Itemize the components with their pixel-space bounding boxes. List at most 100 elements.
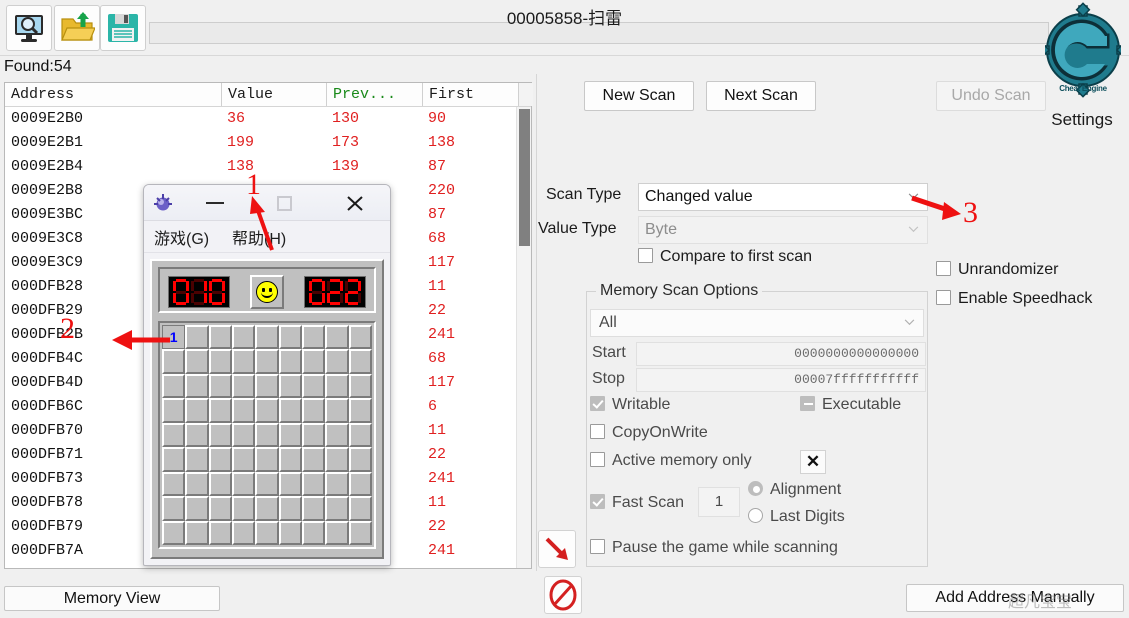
column-header-value[interactable]: Value xyxy=(221,83,326,106)
minesweeper-cell[interactable] xyxy=(255,496,279,521)
minesweeper-cell[interactable] xyxy=(185,422,209,448)
minesweeper-cell[interactable] xyxy=(255,447,279,472)
table-row[interactable]: 0009E2B0 36 130 90 xyxy=(5,107,531,131)
minesweeper-cell[interactable] xyxy=(278,422,302,448)
minesweeper-cell[interactable] xyxy=(325,373,349,399)
minesweeper-cell[interactable] xyxy=(185,373,209,399)
settings-label[interactable]: Settings xyxy=(1037,110,1127,130)
minesweeper-cell[interactable] xyxy=(185,349,209,374)
minesweeper-cell[interactable] xyxy=(162,447,186,472)
minesweeper-cell[interactable] xyxy=(232,447,256,472)
table-scrollbar[interactable] xyxy=(516,107,531,568)
minesweeper-cell[interactable] xyxy=(232,325,256,350)
last-digits-radio[interactable]: Last Digits xyxy=(748,508,845,526)
minesweeper-cell[interactable] xyxy=(208,349,232,374)
minesweeper-cell[interactable] xyxy=(278,398,302,423)
table-row[interactable]: 0009E2B1 199 173 138 xyxy=(5,131,531,155)
column-header-first[interactable]: First xyxy=(422,83,518,106)
minesweeper-cell[interactable] xyxy=(278,471,302,497)
minesweeper-cell[interactable] xyxy=(208,471,232,497)
fast-scan-value-input[interactable]: 1 xyxy=(698,487,740,517)
minesweeper-cell[interactable] xyxy=(255,520,279,545)
minesweeper-cell[interactable] xyxy=(232,373,256,399)
minesweeper-cell[interactable] xyxy=(255,398,279,423)
minesweeper-cell[interactable] xyxy=(302,349,326,374)
minesweeper-cell[interactable] xyxy=(278,373,302,399)
minesweeper-cell[interactable] xyxy=(302,447,326,472)
cheat-engine-logo[interactable]: Cheat Engine xyxy=(1035,2,1129,107)
minesweeper-cell[interactable] xyxy=(232,398,256,423)
minesweeper-cell[interactable] xyxy=(348,398,372,423)
minesweeper-grid[interactable]: 1 xyxy=(158,321,376,549)
column-header-prev[interactable]: Prev... xyxy=(326,83,422,106)
minesweeper-cell[interactable] xyxy=(348,349,372,374)
minesweeper-cell[interactable] xyxy=(185,496,209,521)
minesweeper-cell[interactable] xyxy=(348,471,372,497)
minesweeper-cell[interactable] xyxy=(232,422,256,448)
minesweeper-cell[interactable] xyxy=(302,398,326,423)
minesweeper-cell[interactable] xyxy=(162,349,186,374)
memory-view-button[interactable]: Memory View xyxy=(4,586,220,611)
table-row[interactable]: 0009E2B4 138 139 87 xyxy=(5,155,531,179)
add-to-list-button[interactable] xyxy=(538,530,576,568)
stop-scan-button[interactable] xyxy=(544,576,582,614)
minesweeper-cell[interactable] xyxy=(232,471,256,497)
minesweeper-cell[interactable] xyxy=(302,496,326,521)
minesweeper-cell[interactable] xyxy=(348,496,372,521)
minesweeper-cell[interactable] xyxy=(185,447,209,472)
clear-selection-button[interactable]: ✕ xyxy=(800,450,826,474)
minesweeper-cell[interactable] xyxy=(255,349,279,374)
minesweeper-cell[interactable] xyxy=(302,422,326,448)
minesweeper-cell[interactable] xyxy=(278,520,302,545)
minesweeper-cell[interactable] xyxy=(208,373,232,399)
minesweeper-cell[interactable] xyxy=(255,325,279,350)
table-scrollbar-thumb[interactable] xyxy=(519,109,530,246)
minesweeper-cell[interactable] xyxy=(185,471,209,497)
maximize-button[interactable] xyxy=(277,196,292,211)
minesweeper-cell[interactable] xyxy=(162,496,186,521)
compare-to-first-scan-checkbox[interactable]: Compare to first scan xyxy=(638,248,812,266)
minimize-button[interactable] xyxy=(202,193,232,213)
minesweeper-cell-revealed[interactable]: 1 xyxy=(162,325,186,350)
minesweeper-titlebar[interactable] xyxy=(144,185,390,221)
fast-scan-checkbox[interactable]: Fast Scan xyxy=(590,494,684,512)
minesweeper-cell[interactable] xyxy=(348,520,372,545)
minesweeper-cell[interactable] xyxy=(302,471,326,497)
memory-region-select[interactable]: All xyxy=(590,309,924,337)
value-type-select[interactable]: Byte xyxy=(638,216,928,244)
minesweeper-cell[interactable] xyxy=(208,447,232,472)
minesweeper-cell[interactable] xyxy=(348,447,372,472)
minesweeper-cell[interactable] xyxy=(232,496,256,521)
executable-checkbox[interactable]: Executable xyxy=(800,396,901,414)
minesweeper-cell[interactable] xyxy=(348,373,372,399)
copyonwrite-checkbox[interactable]: CopyOnWrite xyxy=(590,424,708,442)
menu-help[interactable]: 帮助(H) xyxy=(232,225,286,249)
minesweeper-cell[interactable] xyxy=(255,471,279,497)
alignment-radio[interactable]: Alignment xyxy=(748,481,841,499)
unrandomizer-checkbox[interactable]: Unrandomizer xyxy=(936,261,1058,279)
minesweeper-cell[interactable] xyxy=(302,325,326,350)
menu-game[interactable]: 游戏(G) xyxy=(154,225,209,249)
minesweeper-cell[interactable] xyxy=(208,422,232,448)
column-header-address[interactable]: Address xyxy=(5,83,221,106)
minesweeper-cell[interactable] xyxy=(208,398,232,423)
close-button[interactable] xyxy=(342,191,368,215)
minesweeper-cell[interactable] xyxy=(278,325,302,350)
minesweeper-cell[interactable] xyxy=(325,447,349,472)
minesweeper-cell[interactable] xyxy=(208,325,232,350)
active-memory-only-checkbox[interactable]: Active memory only xyxy=(590,452,752,470)
minesweeper-cell[interactable] xyxy=(325,496,349,521)
minesweeper-window[interactable]: 游戏(G) 帮助(H) 1 xyxy=(143,184,391,566)
minesweeper-cell[interactable] xyxy=(208,520,232,545)
pause-game-checkbox[interactable]: Pause the game while scanning xyxy=(590,539,838,557)
minesweeper-cell[interactable] xyxy=(255,373,279,399)
minesweeper-cell[interactable] xyxy=(348,422,372,448)
minesweeper-cell[interactable] xyxy=(325,422,349,448)
minesweeper-cell[interactable] xyxy=(278,349,302,374)
minesweeper-cell[interactable] xyxy=(302,373,326,399)
minesweeper-cell[interactable] xyxy=(185,520,209,545)
minesweeper-cell[interactable] xyxy=(255,422,279,448)
enable-speedhack-checkbox[interactable]: Enable Speedhack xyxy=(936,290,1092,308)
minesweeper-cell[interactable] xyxy=(302,520,326,545)
minesweeper-cell[interactable] xyxy=(232,520,256,545)
